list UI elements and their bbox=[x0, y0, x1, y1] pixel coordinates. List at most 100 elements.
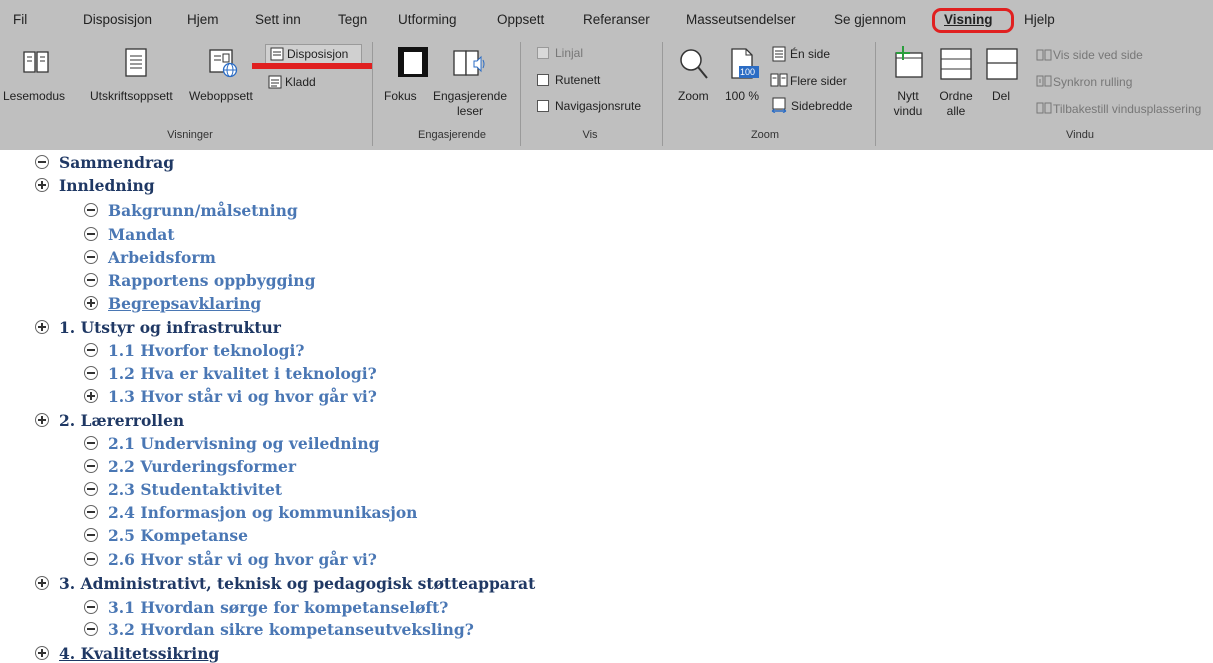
utskriftsoppsett-button[interactable]: Utskriftsoppsett bbox=[90, 89, 173, 103]
vis-side-ved-side-button[interactable]: Vis side ved side bbox=[1053, 48, 1143, 62]
outline-heading-row[interactable]: 3.2 Hvordan sikre kompetanseutveksling? bbox=[84, 620, 474, 639]
outline-heading-row[interactable]: Rapportens oppbygging bbox=[84, 271, 315, 290]
tab-hjem[interactable]: Hjem bbox=[187, 12, 219, 27]
outline-heading-row[interactable]: Begrepsavklaring bbox=[84, 294, 261, 313]
en-side-button[interactable]: Én side bbox=[790, 47, 830, 61]
group-label-vis: Vis bbox=[582, 129, 598, 141]
outline-heading-text: Begrepsavklaring bbox=[108, 294, 262, 313]
flere-sider-button[interactable]: Flere sider bbox=[790, 74, 847, 88]
ordne-alle-label-1: Ordne bbox=[939, 89, 973, 103]
tilbakestill-vindusplassering-icon bbox=[1036, 101, 1052, 120]
outline-heading-text: Sammendrag bbox=[59, 153, 175, 172]
collapse-minus-icon[interactable] bbox=[84, 273, 98, 287]
ribbon: Fil Disposisjon Hjem Sett inn Tegn Utfor… bbox=[0, 0, 1213, 150]
collapse-minus-icon[interactable] bbox=[35, 155, 49, 169]
kladd-icon bbox=[268, 75, 282, 94]
tab-utforming[interactable]: Utforming bbox=[398, 12, 457, 27]
outline-heading-text: Innledning bbox=[59, 176, 155, 195]
outline-heading-text: 1.1 Hvorfor teknologi? bbox=[108, 341, 305, 360]
outline-heading-text: Rapportens oppbygging bbox=[108, 271, 316, 290]
tab-hjelp[interactable]: Hjelp bbox=[1024, 12, 1055, 27]
weboppsett-button[interactable]: Weboppsett bbox=[189, 89, 253, 103]
zoom-100-button[interactable]: 100 % bbox=[725, 89, 759, 103]
outline-heading-text: Mandat bbox=[108, 225, 175, 244]
expand-plus-icon[interactable] bbox=[35, 576, 49, 590]
collapse-minus-icon[interactable] bbox=[84, 552, 98, 566]
collapse-minus-icon[interactable] bbox=[84, 622, 98, 636]
collapse-minus-icon[interactable] bbox=[84, 343, 98, 357]
linjal-checkbox[interactable] bbox=[537, 47, 549, 59]
collapse-minus-icon[interactable] bbox=[84, 250, 98, 264]
outline-heading-row[interactable]: Sammendrag bbox=[35, 153, 174, 172]
lesemodus-button[interactable]: Lesemodus bbox=[3, 89, 65, 103]
outline-heading-row[interactable]: Innledning bbox=[35, 176, 155, 195]
collapse-minus-icon[interactable] bbox=[84, 528, 98, 542]
expand-plus-icon[interactable] bbox=[35, 413, 49, 427]
collapse-minus-icon[interactable] bbox=[84, 203, 98, 217]
outline-heading-row[interactable]: 2.3 Studentaktivitet bbox=[84, 480, 282, 499]
outline-heading-row[interactable]: Arbeidsform bbox=[84, 248, 216, 267]
outline-heading-row[interactable]: 3.1 Hvordan sørge for kompetanseløft? bbox=[84, 598, 448, 617]
sidebredde-button[interactable]: Sidebredde bbox=[791, 99, 852, 113]
kladd-button[interactable]: Kladd bbox=[285, 75, 316, 89]
synkron-rulling-button[interactable]: Synkron rulling bbox=[1053, 75, 1132, 89]
outline-heading-row[interactable]: 2. Lærerrollen bbox=[35, 411, 184, 430]
outline-heading-row[interactable]: 1.2 Hva er kvalitet i teknologi? bbox=[84, 364, 377, 383]
expand-plus-icon[interactable] bbox=[35, 320, 49, 334]
outline-heading-row[interactable]: 3. Administrativt, teknisk og pedagogisk… bbox=[35, 574, 535, 593]
outline-heading-text: Arbeidsform bbox=[108, 248, 216, 267]
outline-heading-row[interactable]: 2.4 Informasjon og kommunikasjon bbox=[84, 503, 417, 522]
fokus-button[interactable]: Fokus bbox=[384, 89, 417, 103]
collapse-minus-icon[interactable] bbox=[84, 436, 98, 450]
tab-referanser[interactable]: Referanser bbox=[583, 12, 650, 27]
expand-plus-icon[interactable] bbox=[84, 296, 98, 310]
collapse-minus-icon[interactable] bbox=[84, 227, 98, 241]
outline-heading-text: 2. Lærerrollen bbox=[59, 411, 185, 430]
group-label-vindu: Vindu bbox=[1066, 129, 1094, 141]
outline-heading-row[interactable]: 2.1 Undervisning og veiledning bbox=[84, 434, 379, 453]
outline-heading-row[interactable]: 1.1 Hvorfor teknologi? bbox=[84, 341, 305, 360]
tab-tegn[interactable]: Tegn bbox=[338, 12, 367, 27]
outline-heading-row[interactable]: Mandat bbox=[84, 225, 175, 244]
weboppsett-icon bbox=[208, 48, 238, 83]
tab-fil[interactable]: Fil bbox=[13, 12, 27, 27]
outline-heading-text: 3. Administrativt, teknisk og pedagogisk… bbox=[59, 574, 536, 593]
zoom-100-icon: 100 bbox=[728, 48, 762, 87]
del-button[interactable]: Del bbox=[992, 89, 1010, 103]
zoom-button[interactable]: Zoom bbox=[678, 89, 709, 103]
sidebredde-icon bbox=[771, 97, 787, 118]
outline-heading-row[interactable]: 1. Utstyr og infrastruktur bbox=[35, 318, 281, 337]
collapse-minus-icon[interactable] bbox=[84, 459, 98, 473]
expand-plus-icon[interactable] bbox=[35, 646, 49, 660]
tab-disposisjon[interactable]: Disposisjon bbox=[83, 12, 152, 27]
outline-heading-row[interactable]: 2.5 Kompetanse bbox=[84, 526, 248, 545]
rutenett-label: Rutenett bbox=[555, 73, 601, 87]
outline-heading-row[interactable]: Bakgrunn/målsetning bbox=[84, 201, 298, 220]
outline-heading-text: 1.3 Hvor står vi og hvor går vi? bbox=[108, 387, 377, 406]
expand-plus-icon[interactable] bbox=[35, 178, 49, 192]
collapse-minus-icon[interactable] bbox=[84, 505, 98, 519]
collapse-minus-icon[interactable] bbox=[84, 366, 98, 380]
lesemodus-icon bbox=[22, 48, 50, 81]
disposisjon-button-label[interactable]: Disposisjon bbox=[287, 47, 348, 61]
tab-oppsett[interactable]: Oppsett bbox=[497, 12, 544, 27]
navigasjonsrute-checkbox[interactable] bbox=[537, 100, 549, 112]
ordne-alle-button[interactable]: Ordne alle bbox=[932, 89, 980, 119]
outline-heading-row[interactable]: 1.3 Hvor står vi og hvor går vi? bbox=[84, 387, 377, 406]
tab-masseutsendelser[interactable]: Masseutsendelser bbox=[686, 12, 796, 27]
rutenett-checkbox[interactable] bbox=[537, 74, 549, 86]
expand-plus-icon[interactable] bbox=[84, 389, 98, 403]
tilbakestill-vindusplassering-button[interactable]: Tilbakestill vindusplassering bbox=[1053, 102, 1213, 116]
outline-heading-row[interactable]: 2.2 Vurderingsformer bbox=[84, 457, 296, 476]
tab-sett-inn[interactable]: Sett inn bbox=[255, 12, 301, 27]
outline-heading-text: 1.2 Hva er kvalitet i teknologi? bbox=[108, 364, 377, 383]
outline-heading-row[interactable]: 2.6 Hvor står vi og hvor går vi? bbox=[84, 550, 377, 569]
engasjerende-leser-button[interactable]: Engasjerende leser bbox=[427, 89, 513, 119]
nytt-vindu-icon bbox=[893, 45, 925, 84]
tab-se-gjennom[interactable]: Se gjennom bbox=[834, 12, 906, 27]
collapse-minus-icon[interactable] bbox=[84, 482, 98, 496]
group-label-engasjerende: Engasjerende bbox=[418, 129, 486, 141]
outline-heading-row[interactable]: 4. Kvalitetssikring bbox=[35, 644, 219, 663]
collapse-minus-icon[interactable] bbox=[84, 600, 98, 614]
nytt-vindu-button[interactable]: Nytt vindu bbox=[888, 89, 928, 119]
